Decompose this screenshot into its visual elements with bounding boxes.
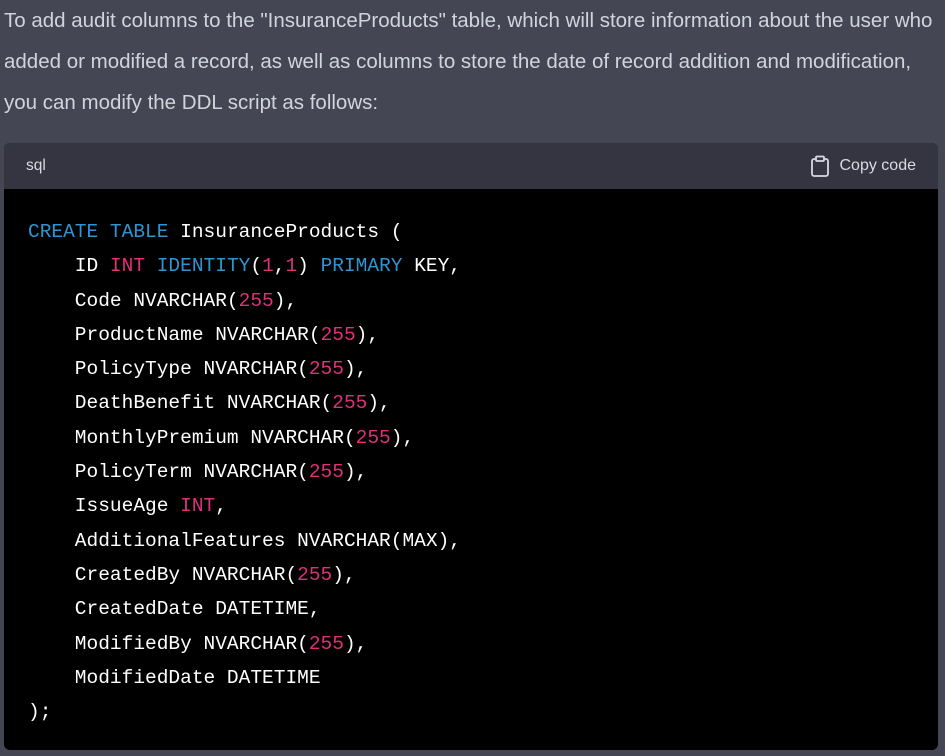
code-text: PolicyType NVARCHAR(: [28, 358, 309, 381]
code-text: ModifiedBy NVARCHAR(: [28, 632, 309, 655]
code-text: ),: [343, 632, 368, 655]
code-text: (: [250, 255, 263, 278]
code-keyword: PRIMARY: [320, 255, 403, 278]
code-text: PolicyTerm NVARCHAR(: [28, 461, 309, 484]
code-line: CreatedDate DATETIME,: [28, 592, 938, 626]
code-text: ModifiedDate DATETIME: [28, 666, 321, 689]
code-text: ): [297, 255, 321, 278]
code-literal: 255: [320, 323, 356, 346]
code-text: ),: [390, 426, 415, 449]
code-text: ),: [343, 358, 368, 381]
code-literal: 255: [308, 358, 344, 381]
copy-code-label: Copy code: [839, 157, 917, 174]
code-line: MonthlyPremium NVARCHAR(255),: [28, 421, 938, 455]
code-literal: 255: [308, 632, 344, 655]
code-line: CREATE TABLE InsuranceProducts (: [28, 215, 938, 249]
code-text: ),: [343, 461, 368, 484]
code-line: ModifiedDate DATETIME: [28, 661, 938, 695]
code-language-label: sql: [26, 157, 46, 174]
code-line: PolicyTerm NVARCHAR(255),: [28, 455, 938, 489]
code-literal: 1: [262, 255, 274, 278]
code-text: ),: [355, 323, 380, 346]
code-text: ),: [273, 289, 298, 312]
code-literal: INT: [180, 495, 216, 518]
code-text: AdditionalFeatures NVARCHAR(MAX),: [28, 529, 461, 552]
code-literal: 255: [308, 461, 344, 484]
code-line: Code NVARCHAR(255),: [28, 284, 938, 318]
code-line: CreatedBy NVARCHAR(255),: [28, 558, 938, 592]
code-content: CREATE TABLE InsuranceProducts ( ID INT …: [4, 189, 938, 729]
code-text: Code NVARCHAR(: [28, 289, 239, 312]
code-line: ID INT IDENTITY(1,1) PRIMARY KEY,: [28, 249, 938, 283]
code-text: MonthlyPremium NVARCHAR(: [28, 426, 356, 449]
code-line: PolicyType NVARCHAR(255),: [28, 352, 938, 386]
clipboard-icon: [810, 155, 830, 177]
code-literal: 1: [285, 255, 298, 278]
code-block: sql Copy code CREATE TABLE InsuranceProd…: [4, 143, 938, 750]
code-line: IssueAge INT,: [28, 489, 938, 523]
code-text: DeathBenefit NVARCHAR(: [28, 392, 333, 415]
code-literal: 255: [297, 563, 333, 586]
code-text: ),: [332, 563, 356, 586]
code-block-header: sql Copy code: [4, 143, 938, 189]
code-literal: 255: [355, 426, 391, 449]
code-line: DeathBenefit NVARCHAR(255),: [28, 386, 938, 420]
copy-code-button[interactable]: Copy code: [810, 155, 917, 177]
code-line: ModifiedBy NVARCHAR(255),: [28, 627, 938, 661]
code-text: ,: [273, 255, 286, 278]
code-text: ),: [367, 392, 391, 415]
code-text: ,: [215, 495, 227, 518]
code-text: IssueAge: [28, 495, 181, 518]
code-literal: INT: [109, 255, 146, 278]
assistant-message-text: To add audit columns to the "InsurancePr…: [4, 9, 933, 114]
code-text: );: [28, 701, 52, 724]
code-text: CreatedDate DATETIME,: [28, 598, 321, 621]
code-keyword: IDENTITY: [156, 255, 251, 278]
code-line: AdditionalFeatures NVARCHAR(MAX),: [28, 524, 938, 558]
code-text: CreatedBy NVARCHAR(: [28, 563, 298, 586]
code-literal: 255: [332, 392, 368, 415]
code-line: );: [28, 695, 938, 729]
code-keyword: TABLE: [109, 221, 169, 243]
code-keyword: CREATE: [28, 221, 99, 243]
code-line: ProductName NVARCHAR(255),: [28, 318, 938, 352]
code-text: KEY,: [402, 255, 462, 278]
code-literal: 255: [238, 289, 274, 312]
code-text: ProductName NVARCHAR(: [28, 323, 321, 346]
code-text: InsuranceProducts (: [168, 221, 403, 243]
code-text: ID: [28, 255, 110, 278]
